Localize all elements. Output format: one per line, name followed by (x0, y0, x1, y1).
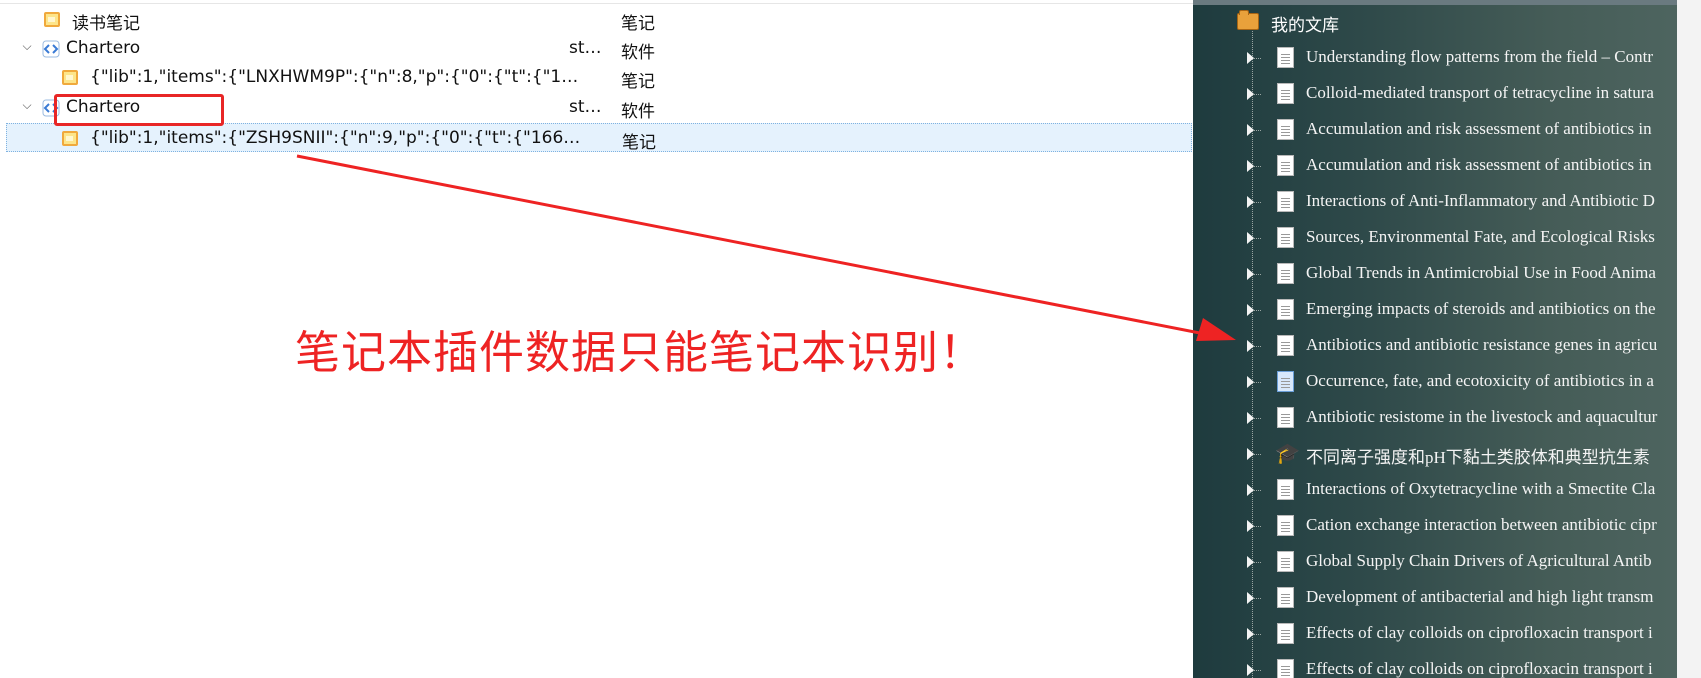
tree-item[interactable]: Accumulation and risk assessment of anti… (1193, 149, 1677, 185)
item-type: 软件 (621, 43, 655, 63)
tree-item-title: Antibiotics and antibiotic resistance ge… (1306, 335, 1658, 354)
tree-item[interactable]: Effects of clay colloids on ciprofloxaci… (1193, 617, 1677, 653)
tree-item[interactable]: Occurrence, fate, and ecotoxicity of ant… (1193, 365, 1677, 401)
annotation-text: 笔记本插件数据只能笔记本识别！ (295, 326, 986, 379)
tree-item-title: 不同离子强度和pH下黏土类胶体和典型抗生素 (1306, 448, 1650, 467)
item-row-note-1[interactable]: {"lib":1,"items":{"LNXHWM9P":{"n":8,"p":… (6, 63, 1192, 92)
tree-item[interactable]: Interactions of Oxytetracycline with a S… (1193, 473, 1677, 509)
item-creator: st… (569, 97, 602, 117)
chevron-down-icon[interactable]: ⌵ (20, 39, 34, 53)
item-title: Chartero (66, 38, 141, 58)
chevron-down-icon[interactable]: ⌵ (20, 98, 34, 112)
tree-item[interactable]: Effects of clay colloids on ciprofloxaci… (1193, 653, 1677, 678)
tree-item[interactable]: Global Supply Chain Drivers of Agricultu… (1193, 545, 1677, 581)
tree-item[interactable]: Colloid-mediated transport of tetracycli… (1193, 77, 1677, 113)
item-row-reading-notes[interactable]: 读书笔记 笔记 (6, 5, 1192, 34)
document-icon (1277, 587, 1294, 608)
header-divider (0, 3, 1193, 4)
document-icon (1277, 407, 1294, 428)
graduation-cap-icon: 🎓 (1275, 441, 1300, 465)
document-icon (1277, 515, 1294, 536)
tree-item[interactable]: Sources, Environmental Fate, and Ecologi… (1193, 221, 1677, 257)
pane-top-bar (1193, 0, 1701, 5)
note-icon (62, 70, 78, 85)
highlight-box (54, 94, 224, 126)
item-creator: st… (569, 38, 602, 58)
item-type: 软件 (621, 102, 655, 122)
tree-item-title: Accumulation and risk assessment of anti… (1306, 119, 1652, 138)
item-title: {"lib":1,"items":{"LNXHWM9P":{"n":8,"p":… (90, 67, 579, 87)
tree-item-title: Effects of clay colloids on ciprofloxaci… (1306, 623, 1653, 642)
tree-item[interactable]: Emerging impacts of steroids and antibio… (1193, 293, 1677, 329)
tree-item-title: Understanding flow patterns from the fie… (1306, 47, 1654, 66)
document-icon (1277, 551, 1294, 572)
library-tree-pane: 我的文库 Understanding flow patterns from th… (1193, 0, 1701, 678)
tree-item[interactable]: 🎓 不同离子强度和pH下黏土类胶体和典型抗生素 (1193, 437, 1677, 473)
document-icon (1277, 227, 1294, 248)
library-label: 我的文库 (1271, 16, 1339, 36)
tree-item-title: Antibiotic resistome in the livestock an… (1306, 407, 1658, 426)
tree-item[interactable]: Antibiotics and antibiotic resistance ge… (1193, 329, 1677, 365)
tree-item-title: Interactions of Anti-Inflammatory and An… (1306, 191, 1655, 210)
document-icon (1277, 83, 1294, 104)
document-icon (1277, 299, 1294, 320)
note-icon (62, 131, 78, 146)
library-folder-icon (1237, 10, 1259, 30)
tree-item-title: Global Trends in Antimicrobial Use in Fo… (1306, 263, 1656, 282)
tree-item-title: Effects of clay colloids on ciprofloxaci… (1306, 659, 1653, 678)
tree-item-title: Emerging impacts of steroids and antibio… (1306, 299, 1656, 318)
tree-item[interactable]: Cation exchange interaction between anti… (1193, 509, 1677, 545)
scrollbar[interactable] (1677, 0, 1701, 678)
item-type: 笔记 (622, 133, 656, 153)
document-icon (1277, 479, 1294, 500)
item-title: 读书笔记 (72, 14, 140, 34)
tree-item[interactable]: Development of antibacterial and high li… (1193, 581, 1677, 617)
document-icon (1277, 47, 1294, 68)
items-list-pane: 读书笔记 笔记 ⌵ Chartero st… 软件 {"lib":1,"item… (0, 0, 1193, 678)
item-title: {"lib":1,"items":{"ZSH9SNII":{"n":9,"p":… (90, 128, 581, 148)
document-icon (1277, 119, 1294, 140)
item-type: 笔记 (621, 72, 655, 92)
tree-item[interactable]: Understanding flow patterns from the fie… (1193, 41, 1677, 77)
document-icon (1277, 155, 1294, 176)
document-icon (1277, 623, 1294, 644)
item-row-chartero-1[interactable]: ⌵ Chartero st… 软件 (6, 34, 1192, 63)
tree-item-title: Sources, Environmental Fate, and Ecologi… (1306, 227, 1655, 246)
tree-item-title: Colloid-mediated transport of tetracycli… (1306, 83, 1654, 102)
item-type: 笔记 (621, 14, 655, 34)
tree-item[interactable]: Interactions of Anti-Inflammatory and An… (1193, 185, 1677, 221)
document-icon (1277, 263, 1294, 284)
software-icon (42, 40, 60, 58)
item-row-note-2-selected[interactable]: {"lib":1,"items":{"ZSH9SNII":{"n":9,"p":… (6, 123, 1192, 153)
tree-item-title: Development of antibacterial and high li… (1306, 587, 1654, 606)
blue-document-icon (1277, 371, 1294, 392)
tree-item-title: Cation exchange interaction between anti… (1306, 515, 1657, 534)
tree-item[interactable]: Accumulation and risk assessment of anti… (1193, 113, 1677, 149)
tree-item[interactable]: Antibiotic resistome in the livestock an… (1193, 401, 1677, 437)
document-icon (1277, 335, 1294, 356)
document-icon (1277, 191, 1294, 212)
tree-item[interactable]: Global Trends in Antimicrobial Use in Fo… (1193, 257, 1677, 293)
tree-item-title: Accumulation and risk assessment of anti… (1306, 155, 1652, 174)
document-icon (1277, 659, 1294, 678)
library-root[interactable]: 我的文库 (1193, 10, 1673, 38)
tree-item-title: Interactions of Oxytetracycline with a S… (1306, 479, 1656, 498)
tree-item-title: Occurrence, fate, and ecotoxicity of ant… (1306, 371, 1654, 390)
note-icon (44, 12, 60, 27)
tree-item-title: Global Supply Chain Drivers of Agricultu… (1306, 551, 1652, 570)
